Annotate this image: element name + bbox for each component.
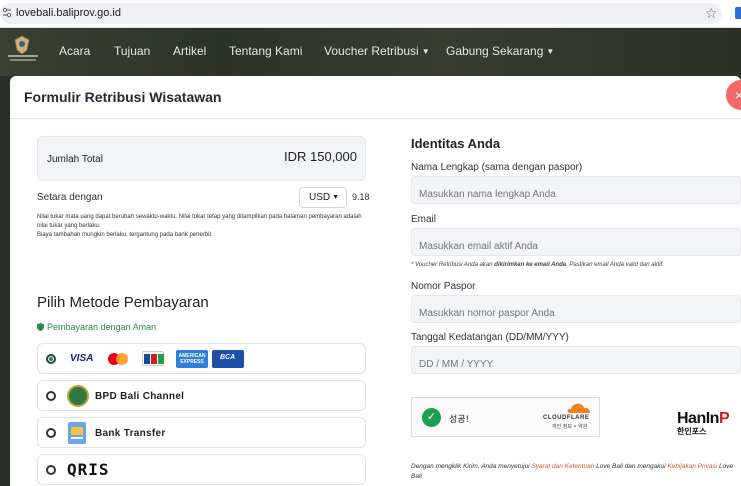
site-header: Acara Tujuan Artikel Tentang Kami Vouche… (0, 28, 741, 76)
nav-voucher-label: Voucher Retribusi (324, 44, 419, 58)
bank-transfer-icon (68, 422, 86, 444)
cloudflare-captcha[interactable]: ✓ 성공! CLOUDFLARE 개인 정보 • 약관 (411, 397, 600, 437)
nav-gabung-label: Gabung Sekarang (446, 44, 544, 58)
nav-tentang-kami[interactable]: Tentang Kami (229, 44, 302, 58)
email-input[interactable] (411, 228, 741, 256)
logo-caption (8, 55, 38, 57)
radio-bpd[interactable] (46, 391, 56, 401)
amex-logo: AMERICAN EXPRESS (176, 350, 208, 368)
shield-icon (37, 323, 44, 331)
crest-icon (14, 36, 30, 54)
captcha-status: 성공! (449, 415, 470, 425)
currency-select[interactable]: USD ▼ (299, 187, 347, 208)
jcb-icon (142, 351, 164, 366)
chevron-down-icon: ▼ (546, 47, 555, 56)
logo-caption-2 (10, 59, 36, 61)
equivalent-label: Setara dengan (37, 192, 103, 203)
modal-title: Formulir Retribusi Wisatawan (24, 89, 222, 105)
hanin-post-watermark: HanInP 한인포스 (677, 410, 741, 450)
url-text[interactable]: lovebali.baliprov.go.id (16, 7, 121, 19)
nav-acara[interactable]: Acara (59, 44, 90, 58)
terms-pre: Dengan mengklik Kirim, Anda menyetujui (411, 463, 532, 470)
nav-artikel[interactable]: Artikel (173, 44, 206, 58)
note-line: Biaya tambahan mungkin berlaku, tergantu… (37, 232, 213, 238)
currency-value: USD (309, 192, 331, 203)
bali-province-logo[interactable] (8, 36, 38, 64)
payment-option-bank-transfer[interactable]: Bank Transfer (37, 417, 366, 448)
email-label: Email (411, 214, 437, 225)
payment-option-bpd-bali[interactable]: BPD Bali Channel (37, 380, 366, 411)
arrival-date-input[interactable] (411, 346, 741, 374)
secure-text: Pembayaran dengan Aman (47, 322, 157, 332)
email-note-pre: * Voucher Retribusi Anda akan (411, 262, 495, 268)
browser-toolbar: lovebali.baliprov.go.id ☆ (0, 0, 741, 28)
email-note: * Voucher Retribusi Anda akan dikirimkan… (411, 262, 664, 268)
passport-input[interactable] (411, 295, 741, 323)
captcha-links[interactable]: 개인 정보 • 약관 (552, 423, 587, 430)
chevron-down-icon: ▼ (421, 47, 430, 56)
full-name-input[interactable] (411, 176, 741, 204)
bca-logo: BCA (212, 350, 244, 368)
terms-link[interactable]: Syarat dan Ketentuan (531, 463, 594, 470)
payment-option-qris[interactable]: QRIS (37, 454, 366, 485)
watermark-black: HanIn (677, 410, 719, 427)
bookmark-star-icon[interactable]: ☆ (705, 5, 718, 21)
terms-mid: Love Bali dan mengakui (594, 463, 668, 470)
visa-logo: VISA (70, 353, 94, 364)
total-amount-box: Jumlah Total IDR 150,000 (37, 136, 366, 181)
bpd-label: BPD Bali Channel (95, 391, 185, 402)
passport-label: Nomor Paspor (411, 281, 476, 292)
payment-option-card[interactable]: VISA AMERICAN EXPRESS BCA (37, 343, 366, 374)
radio-bank-transfer[interactable] (46, 428, 56, 438)
equivalent-value: 9.18 (352, 192, 370, 202)
captcha-provider: CLOUDFLARE (543, 415, 590, 421)
nav-voucher-retribusi[interactable]: Voucher Retribusi ▼ (324, 44, 430, 58)
nav-gabung-sekarang[interactable]: Gabung Sekarang ▼ (446, 44, 554, 58)
payment-method-title: Pilih Metode Pembayaran (37, 294, 209, 311)
email-note-bold: dikirimkan ke email Anda (494, 262, 567, 268)
close-button[interactable]: × (726, 80, 741, 110)
exchange-rate-note: Nilai tukar mata uang dapat berubah sewa… (37, 213, 367, 240)
nav-tujuan[interactable]: Tujuan (114, 44, 150, 58)
privacy-link[interactable]: Kebijakan Privasi (667, 463, 717, 470)
total-label: Jumlah Total (47, 154, 103, 165)
extension-icon[interactable] (735, 7, 741, 19)
full-name-label: Nama Lengkap (sama dengan paspor) (411, 162, 583, 173)
bank-transfer-label: Bank Transfer (95, 428, 166, 439)
radio-card[interactable] (46, 354, 56, 364)
check-icon: ✓ (422, 408, 441, 427)
arrival-date-label: Tanggal Kedatangan (DD/MM/YYY) (411, 332, 569, 343)
tourist-levy-form-modal: Formulir Retribusi Wisatawan × Jumlah To… (10, 76, 741, 486)
identity-title: Identitas Anda (411, 136, 501, 151)
bpd-bali-icon (67, 385, 89, 407)
note-line: Nilai tukar mata uang dapat berubah sewa… (37, 214, 362, 229)
address-bar[interactable]: lovebali.baliprov.go.id ☆ (0, 3, 722, 24)
cloudflare-cloud-icon (567, 403, 590, 413)
terms-text: Dengan mengklik Kirim, Anda menyetujui S… (411, 462, 741, 482)
mastercard-icon (108, 351, 130, 366)
secure-payment-label: Pembayaran dengan Aman (37, 322, 156, 332)
watermark-red: P (718, 410, 730, 427)
radio-qris[interactable] (46, 465, 56, 475)
total-amount: IDR 150,000 (284, 149, 357, 164)
qris-logo: QRIS (67, 460, 110, 479)
chevron-down-icon: ▼ (332, 194, 340, 201)
site-settings-icon[interactable] (2, 7, 12, 19)
email-note-post: . Pastikan email Anda valid dan aktif. (566, 262, 664, 268)
divider (10, 118, 741, 119)
